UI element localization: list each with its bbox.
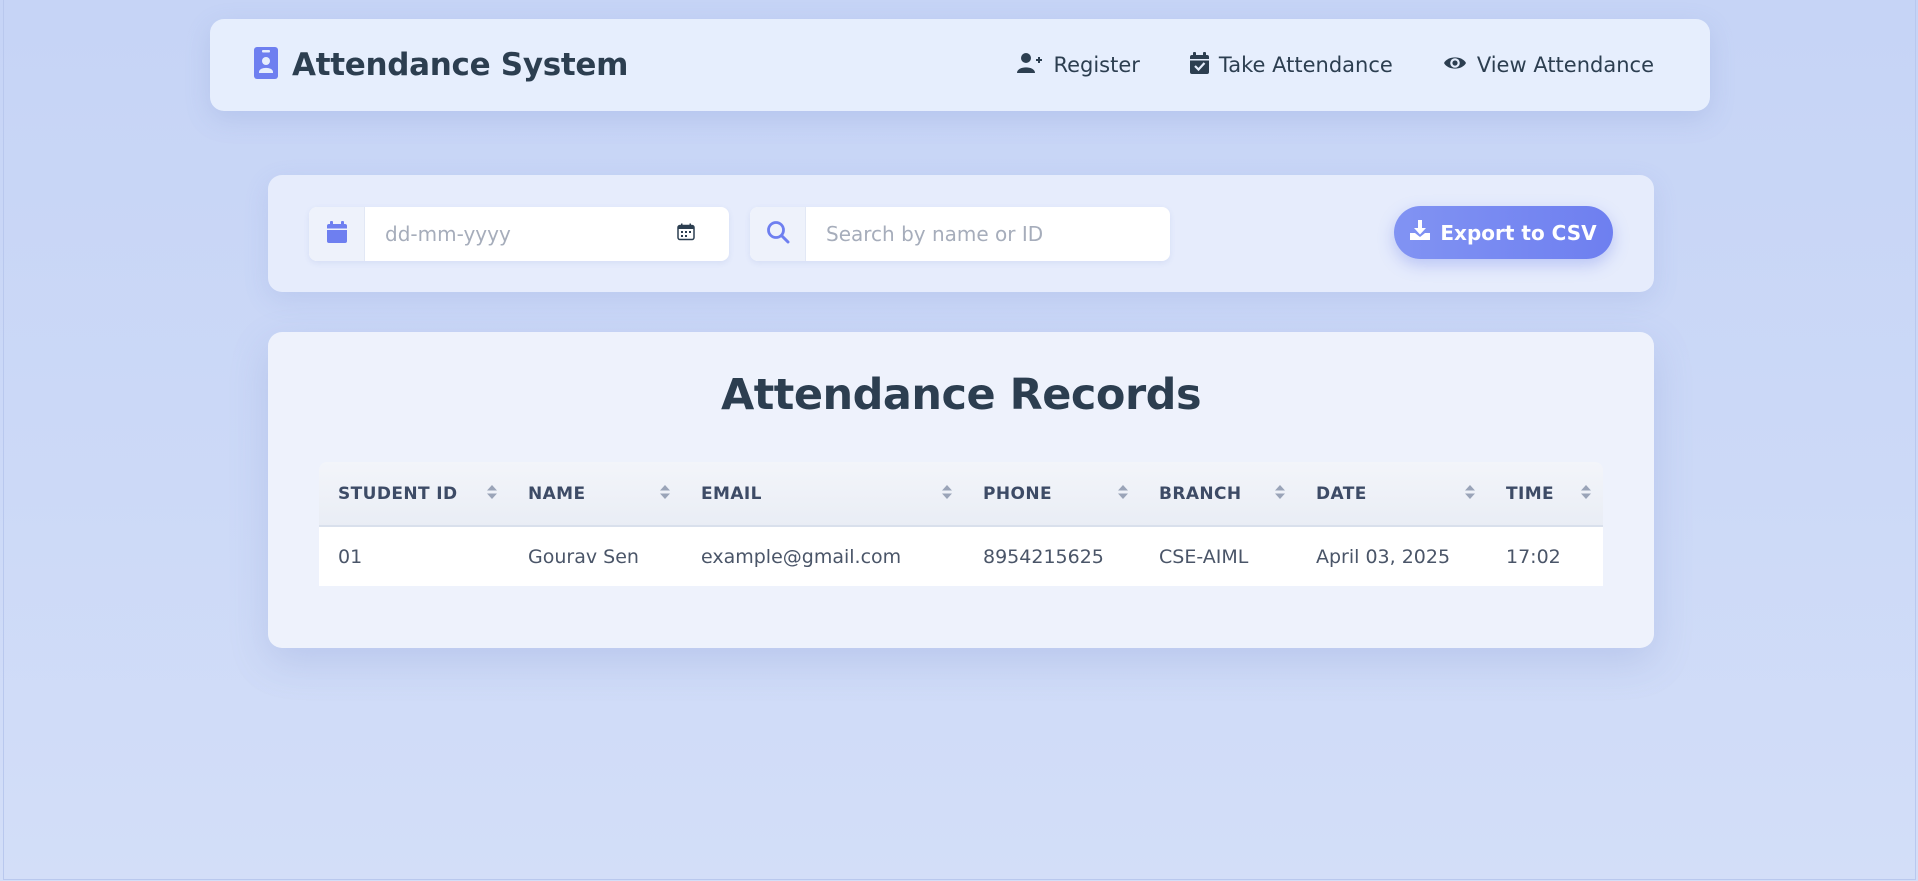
sort-icon[interactable] <box>1581 484 1591 504</box>
user-plus-icon <box>1017 52 1043 79</box>
nav-register-label: Register <box>1053 53 1140 77</box>
sort-icon[interactable] <box>487 484 497 504</box>
column-header-label: EMAIL <box>701 483 762 504</box>
filter-card: Export to CSV <box>268 175 1654 292</box>
brand-title: Attendance System <box>292 47 629 83</box>
nav-view-attendance-label: View Attendance <box>1476 53 1654 77</box>
sort-icon[interactable] <box>1118 484 1128 504</box>
table-cell: 17:02 <box>1506 545 1561 568</box>
export-csv-label: Export to CSV <box>1440 220 1597 245</box>
column-header[interactable]: NAME <box>509 462 682 527</box>
brand[interactable]: Attendance System <box>254 47 628 83</box>
records-table-wrap: STUDENT ID NAME EMAIL PHONE BRANCH DATE TIME 0… <box>319 462 1603 586</box>
table-cell: Gourav Sen <box>528 545 639 568</box>
records-title: Attendance Records <box>720 370 1202 420</box>
date-picker-icon[interactable] <box>677 223 695 245</box>
column-header[interactable]: STUDENT ID <box>319 462 509 527</box>
nav-view-attendance[interactable]: View Attendance <box>1443 53 1654 77</box>
id-badge-icon <box>254 47 278 83</box>
column-header[interactable]: PHONE <box>964 462 1140 527</box>
sort-icon[interactable] <box>942 484 952 504</box>
nav-take-attendance-label: Take Attendance <box>1218 53 1393 77</box>
table-cell: 01 <box>338 545 363 568</box>
table-cell: CSE-AIML <box>1159 545 1249 568</box>
nav-take-attendance[interactable]: Take Attendance <box>1189 51 1393 79</box>
download-icon <box>1410 220 1431 245</box>
search-input[interactable] <box>806 207 1166 261</box>
navbar: Attendance System Register Take Attendan… <box>210 19 1710 111</box>
column-header-label: DATE <box>1316 483 1367 504</box>
date-filter <box>309 207 729 261</box>
eye-icon <box>1443 53 1467 77</box>
records-table: STUDENT ID NAME EMAIL PHONE BRANCH DATE TIME 0… <box>319 462 1603 586</box>
nav-links: Register Take Attendance View Attendance <box>1017 51 1654 79</box>
records-card: Attendance Records STUDENT ID NAME EMAIL PH… <box>268 332 1654 648</box>
sort-icon[interactable] <box>1465 484 1475 504</box>
table-header-row: STUDENT ID NAME EMAIL PHONE BRANCH DATE TIME <box>319 462 1603 527</box>
table-body: 01 Gourav Sen example@gmail.com 8954215625 C… <box>319 526 1603 586</box>
date-addon <box>309 207 365 261</box>
nav-register[interactable]: Register <box>1017 52 1140 79</box>
search-icon <box>766 220 790 248</box>
table-cell: April 03, 2025 <box>1316 545 1451 568</box>
column-header[interactable]: BRANCH <box>1140 462 1297 527</box>
column-header-label: NAME <box>528 483 586 504</box>
calendar-icon <box>326 221 347 247</box>
table-cell: example@gmail.com <box>701 545 902 568</box>
column-header[interactable]: DATE <box>1297 462 1487 527</box>
calendar-check-icon <box>1189 51 1209 79</box>
column-header[interactable]: EMAIL <box>682 462 964 527</box>
column-header[interactable]: TIME <box>1487 462 1603 527</box>
column-header-label: STUDENT ID <box>338 483 458 504</box>
column-header-label: TIME <box>1506 483 1555 504</box>
search-addon <box>750 207 806 261</box>
sort-icon[interactable] <box>1275 484 1285 504</box>
search-filter <box>750 207 1170 261</box>
column-header-label: PHONE <box>983 483 1052 504</box>
table-row: 01 Gourav Sen example@gmail.com 8954215625 C… <box>319 526 1603 586</box>
sort-icon[interactable] <box>660 484 670 504</box>
column-header-label: BRANCH <box>1159 483 1242 504</box>
export-csv-button[interactable]: Export to CSV <box>1394 206 1613 259</box>
date-input[interactable] <box>365 207 675 261</box>
table-cell: 8954215625 <box>983 545 1104 568</box>
